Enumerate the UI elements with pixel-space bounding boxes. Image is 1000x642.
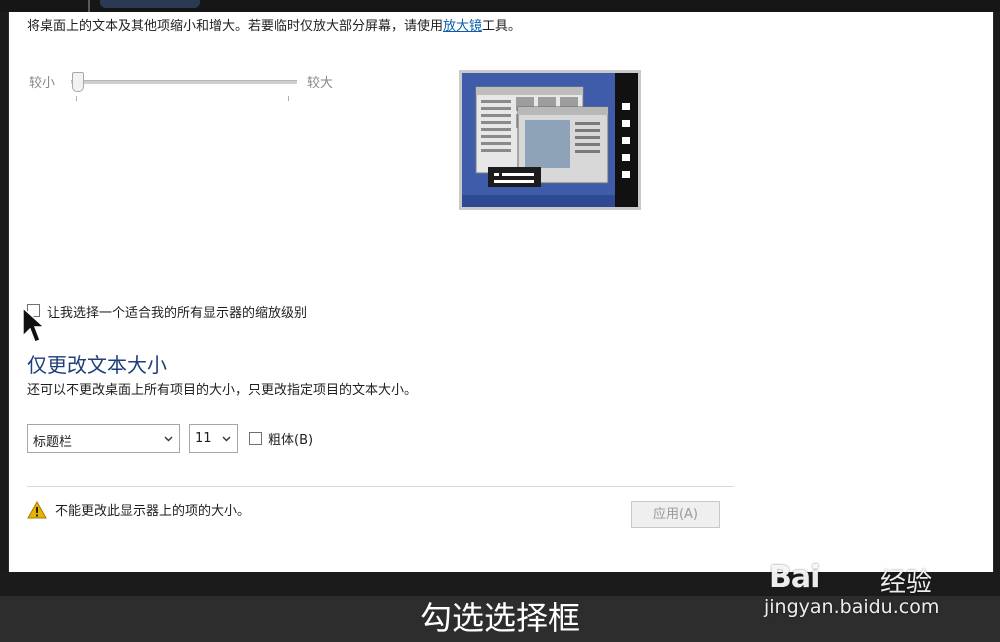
mouse-pointer-icon bbox=[22, 306, 46, 343]
slider-min-label: 较小 bbox=[29, 76, 56, 91]
text-size-description: 还可以不更改桌面上所有项目的大小，只更改指定项目的文本大小。 bbox=[27, 383, 418, 398]
intro-text-after: 工具。 bbox=[482, 19, 522, 34]
slider-max-label: 较大 bbox=[307, 76, 334, 91]
apply-button[interactable]: 应用(A) bbox=[631, 501, 720, 528]
intro-text: 将桌面上的文本及其他项缩小和增大。若要临时仅放大部分屏幕，请使用放大镜工具。 bbox=[27, 15, 521, 34]
text-size-heading: 仅更改文本大小 bbox=[27, 353, 167, 377]
baidu-paw-icon bbox=[839, 533, 877, 569]
display-preview-image bbox=[459, 70, 641, 210]
warning-text: 不能更改此显示器上的项的大小。 bbox=[55, 504, 251, 519]
divider bbox=[27, 486, 734, 487]
text-item-select[interactable]: 标题栏 bbox=[27, 424, 180, 453]
logo-fragment bbox=[0, 0, 70, 10]
logo-sub-fragment bbox=[100, 0, 200, 8]
magnifier-link[interactable]: 放大镜 bbox=[443, 19, 482, 34]
scaling-checkbox-label[interactable]: 让我选择一个适合我的所有显示器的缩放级别 bbox=[47, 302, 307, 321]
chevron-down-icon bbox=[164, 436, 173, 442]
warning-icon bbox=[27, 501, 47, 519]
baidu-jingyan-watermark: Bai 经验 jingyan.baidu.com bbox=[764, 532, 994, 622]
logo-separator bbox=[88, 0, 90, 12]
font-size-select-value: 11 bbox=[195, 431, 212, 446]
slider-tick bbox=[288, 96, 289, 101]
watermark-brand-suffix: 经验 bbox=[880, 568, 933, 598]
size-slider-thumb[interactable] bbox=[72, 72, 84, 92]
top-bar bbox=[0, 0, 1000, 12]
slider-tick bbox=[76, 96, 77, 101]
text-item-select-value: 标题栏 bbox=[33, 435, 73, 450]
bold-checkbox-label[interactable]: 粗体(B) bbox=[268, 429, 313, 448]
font-size-select[interactable]: 11 bbox=[189, 424, 238, 453]
chevron-down-icon bbox=[222, 436, 231, 442]
bold-checkbox[interactable] bbox=[249, 432, 262, 445]
display-settings-panel: 将桌面上的文本及其他项缩小和增大。若要临时仅放大部分屏幕，请使用放大镜工具。 较… bbox=[8, 12, 994, 572]
watermark-brand: Bai bbox=[769, 560, 820, 595]
watermark-url: jingyan.baidu.com bbox=[764, 596, 940, 618]
size-slider-track[interactable] bbox=[71, 80, 297, 84]
intro-text-before: 将桌面上的文本及其他项缩小和增大。若要临时仅放大部分屏幕，请使用 bbox=[27, 19, 444, 34]
